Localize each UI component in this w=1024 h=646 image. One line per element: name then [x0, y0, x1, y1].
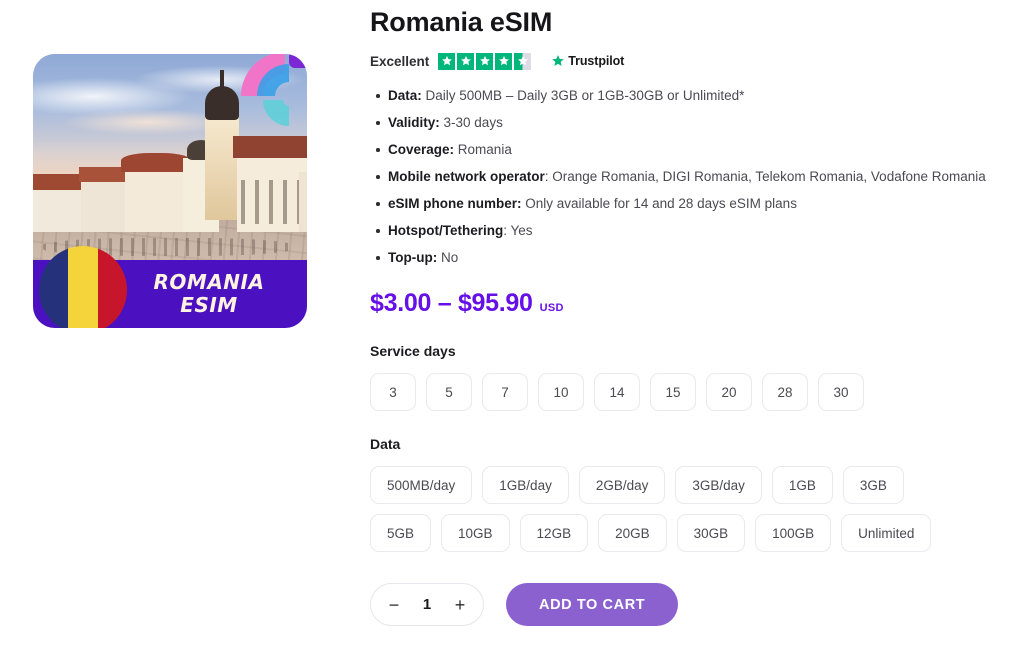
brand-logo-icon — [237, 54, 307, 128]
service-days-option[interactable]: 30 — [818, 373, 864, 411]
price-range: $3.00 – $95.90 USD — [370, 289, 1010, 318]
data-plan-option[interactable]: 10GB — [441, 514, 510, 552]
spec-list: Data: Daily 500MB – Daily 3GB or 1GB-30G… — [370, 87, 1010, 266]
data-plan-options-row-1: 500MB/day 1GB/day 2GB/day 3GB/day 1GB 3G… — [370, 466, 1010, 504]
spec-item-coverage: Coverage: Romania — [376, 141, 1010, 158]
star-icon — [457, 52, 475, 70]
increment-button[interactable]: + — [453, 596, 467, 614]
quantity-value[interactable]: 1 — [423, 596, 431, 613]
spec-value: No — [441, 250, 459, 265]
quantity-stepper[interactable]: − 1 + — [370, 583, 484, 626]
roof-center-left — [121, 153, 191, 172]
star-icon — [438, 52, 456, 70]
spec-value: 3-30 days — [443, 115, 503, 130]
spec-item-phone-number: eSIM phone number: Only available for 14… — [376, 195, 1010, 212]
spec-item-hotspot: Hotspot/Tethering: Yes — [376, 222, 1010, 239]
spec-item-topup: Top-up: No — [376, 249, 1010, 266]
spec-label: eSIM phone number: — [388, 196, 522, 211]
service-days-options: 3 5 7 10 14 15 20 28 30 — [370, 373, 1010, 411]
price-currency: USD — [539, 302, 564, 314]
decrement-button[interactable]: − — [387, 596, 401, 614]
service-days-option[interactable]: 14 — [594, 373, 640, 411]
cart-controls: − 1 + ADD TO CART — [370, 583, 1010, 626]
service-days-option[interactable]: 7 — [482, 373, 528, 411]
tower-spire — [220, 70, 224, 90]
data-plan-option[interactable]: 5GB — [370, 514, 432, 552]
spec-value: : Orange Romania, DIGI Romania, Telekom … — [544, 169, 986, 184]
data-plan-option[interactable]: 30GB — [676, 514, 746, 552]
data-plan-option[interactable]: 500MB/day — [370, 466, 473, 504]
tower-roof — [205, 86, 239, 120]
spec-item-operator: Mobile network operator: Orange Romania,… — [376, 168, 1010, 185]
trustpilot-rating[interactable]: Excellent Trustpilot — [370, 52, 1010, 70]
service-days-option[interactable]: 15 — [650, 373, 696, 411]
spec-item-validity: Validity: 3-30 days — [376, 114, 1010, 131]
product-details: Romania eSIM Excellent Trustpilot Data: … — [370, 0, 1010, 626]
rating-word: Excellent — [370, 53, 430, 69]
spec-label: Hotspot/Tethering — [388, 223, 504, 238]
service-days-option[interactable]: 5 — [426, 373, 472, 411]
spec-value: Only available for 14 and 28 days eSIM p… — [525, 196, 797, 211]
data-plan-option[interactable]: 1GB — [771, 466, 833, 504]
spec-value: Daily 500MB – Daily 3GB or 1GB-30GB or U… — [425, 88, 745, 103]
roof-right — [233, 136, 307, 158]
trustpilot-name: Trustpilot — [568, 54, 625, 68]
service-days-option[interactable]: 28 — [762, 373, 808, 411]
data-plan-option[interactable]: Unlimited — [841, 514, 932, 552]
data-plan-option[interactable]: 2GB/day — [578, 466, 666, 504]
service-days-option[interactable]: 3 — [370, 373, 416, 411]
spec-label: Coverage: — [388, 142, 455, 157]
spec-label: Validity: — [388, 115, 440, 130]
data-plan-option[interactable]: 12GB — [519, 514, 589, 552]
data-plan-group: Data 500MB/day 1GB/day 2GB/day 3GB/day 1… — [370, 436, 1010, 552]
data-plan-option[interactable]: 1GB/day — [482, 466, 569, 504]
ribbon-line-1: ROMANIA — [153, 270, 265, 294]
windows-right — [241, 180, 307, 224]
roof-left — [33, 174, 85, 190]
product-page: ROMANIA ESIM Romania eSIM Excellent Trus… — [0, 0, 1024, 646]
service-days-label: Service days — [370, 343, 456, 359]
data-plan-options-row-2: 5GB 10GB 12GB 20GB 30GB 100GB Unlimited — [370, 514, 1010, 552]
data-plan-label: Data — [370, 436, 401, 452]
product-image[interactable]: ROMANIA ESIM — [33, 54, 307, 328]
service-days-option[interactable]: 10 — [538, 373, 584, 411]
half-star-icon — [514, 52, 532, 70]
star-icon — [476, 52, 494, 70]
service-days-option[interactable]: 20 — [706, 373, 752, 411]
building-far-right — [299, 172, 307, 232]
spec-item-data: Data: Daily 500MB – Daily 3GB or 1GB-30G… — [376, 87, 1010, 104]
price-value: $3.00 – $95.90 — [370, 289, 533, 317]
spec-label: Top-up: — [388, 250, 438, 265]
church-tower — [205, 116, 239, 220]
building-left-2 — [81, 180, 127, 232]
spec-value: Romania — [457, 142, 512, 157]
page-title: Romania eSIM — [370, 7, 553, 37]
data-plan-option[interactable]: 20GB — [598, 514, 667, 552]
add-to-cart-button[interactable]: ADD TO CART — [506, 583, 679, 626]
data-plan-option[interactable]: 3GB — [842, 466, 904, 504]
data-plan-option[interactable]: 100GB — [755, 514, 832, 552]
trustpilot-logo: Trustpilot — [551, 54, 624, 68]
data-plan-option[interactable]: 3GB/day — [675, 466, 762, 504]
spec-value: : Yes — [503, 223, 533, 238]
romania-flag-icon — [39, 246, 127, 328]
star-icon — [495, 52, 513, 70]
building-left — [33, 188, 85, 232]
spec-label: Mobile network operator — [388, 169, 545, 184]
building-center-left — [125, 170, 187, 232]
service-days-group: Service days 3 5 7 10 14 15 20 28 30 — [370, 343, 1010, 411]
ribbon-line-2: ESIM — [180, 293, 238, 317]
spec-label: Data: — [388, 88, 422, 103]
star-rating — [438, 52, 532, 70]
